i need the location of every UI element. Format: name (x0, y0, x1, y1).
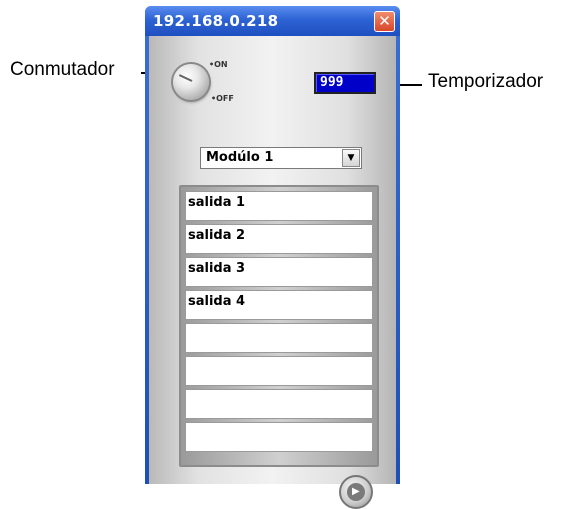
play-icon: ▶ (347, 483, 365, 501)
timer-display[interactable]: 999 (314, 72, 376, 94)
callout-conmutador: Conmutador (10, 59, 115, 80)
outputs-list: salida 1 salida 2 salida 3 salida 4 (179, 185, 379, 467)
module-select[interactable]: Modúlo 1 ▼ (200, 147, 362, 169)
callout-temporizador: Temporizador (428, 71, 544, 92)
dropdown-arrow-icon[interactable]: ▼ (342, 149, 360, 167)
list-item[interactable] (185, 356, 373, 386)
window-title: 192.168.0.218 (153, 12, 279, 30)
list-item[interactable]: salida 3 (185, 257, 373, 287)
close-icon: ✕ (378, 12, 391, 30)
list-item[interactable]: salida 1 (185, 191, 373, 221)
play-glyph: ▶ (352, 486, 360, 497)
switch-pointer (178, 74, 193, 82)
list-item[interactable]: salida 4 (185, 290, 373, 320)
close-button[interactable]: ✕ (374, 11, 395, 32)
rotary-switch-icon[interactable] (173, 64, 209, 100)
window-client-area: •ON •OFF 999 Modúlo 1 ▼ salida 1 salida … (149, 36, 396, 509)
list-item[interactable] (185, 422, 373, 452)
switch-on-label: •ON (209, 60, 228, 69)
title-bar[interactable]: 192.168.0.218 ✕ (145, 6, 400, 36)
play-button[interactable]: ▶ (339, 475, 373, 509)
list-item[interactable] (185, 389, 373, 419)
module-select-value: Modúlo 1 (206, 150, 274, 165)
list-item[interactable] (185, 323, 373, 353)
switch-off-label: •OFF (211, 94, 234, 103)
list-item[interactable]: salida 2 (185, 224, 373, 254)
app-window: 192.168.0.218 ✕ •ON •OFF 999 Modúlo 1 ▼ … (145, 6, 400, 509)
